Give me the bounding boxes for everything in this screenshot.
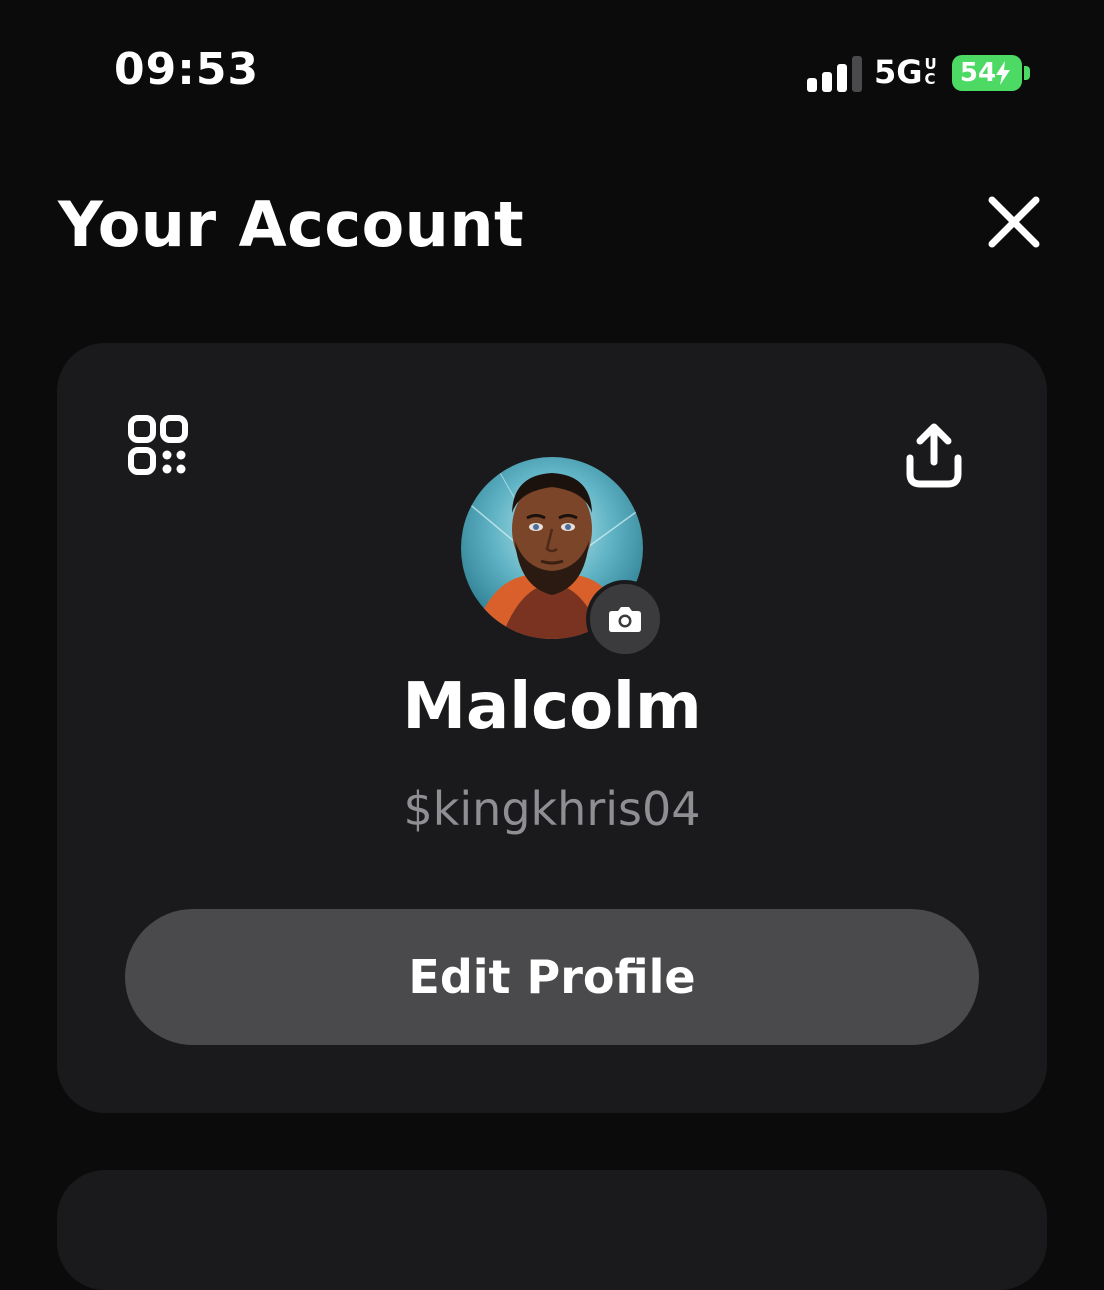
status-time: 09:53 [114,44,260,95]
cashtag: $kingkhris04 [403,782,701,836]
qr-code-icon [128,415,188,475]
battery-cap [1024,66,1030,80]
change-photo-button[interactable] [586,580,664,658]
network-sub-label: U C [924,55,937,88]
share-icon [906,423,962,488]
next-section-card [57,1170,1047,1290]
signal-strength-icon [807,56,863,92]
network-indicator: 5G U C [874,52,937,92]
close-icon [988,196,1040,248]
page-title: Your Account [58,188,525,261]
camera-icon [609,607,641,632]
network-label: 5G [874,53,923,91]
share-button[interactable] [902,422,966,490]
battery-level: 54 [959,58,997,88]
close-button[interactable] [984,192,1044,252]
status-bar: 09:53 5G U C 54 [0,0,1104,140]
edit-profile-button[interactable]: Edit Profile [125,909,979,1045]
charging-bolt-icon [996,61,1011,85]
battery-indicator: 54 [952,55,1022,91]
qr-code-button[interactable] [127,414,191,478]
display-name: Malcolm [402,670,702,744]
